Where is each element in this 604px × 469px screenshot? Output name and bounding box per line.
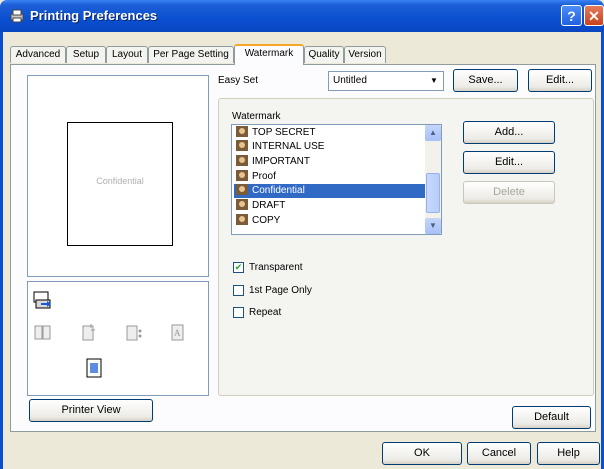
watermark-page-icon <box>86 358 102 378</box>
easy-set-label: Easy Set <box>218 75 259 86</box>
watermark-item-icon <box>236 184 248 195</box>
watermark-list[interactable]: TOP SECRET INTERNAL USE IMPORTANT Proof … <box>231 124 442 235</box>
scroll-down-icon[interactable]: ▼ <box>425 218 441 234</box>
tab-setup[interactable]: Setup <box>66 46 106 63</box>
svg-text:A: A <box>174 328 181 338</box>
repeat-label: Repeat <box>249 307 282 318</box>
ok-button[interactable]: OK <box>382 442 462 465</box>
watermark-item-icon <box>236 214 248 225</box>
help-button[interactable]: Help <box>537 442 600 465</box>
list-item-label: Confidential <box>252 185 305 196</box>
add-button[interactable]: Add... <box>463 121 555 144</box>
scroll-thumb[interactable] <box>426 173 440 213</box>
tab-quality[interactable]: Quality <box>304 46 344 63</box>
list-item-label: COPY <box>252 215 281 226</box>
title-bar: Printing Preferences ? ✕ <box>0 0 604 32</box>
chevron-down-icon[interactable]: ▼ <box>426 73 442 89</box>
printer-view-button[interactable]: Printer View <box>29 399 153 422</box>
watermark-label: Watermark <box>232 111 281 122</box>
tab-version[interactable]: Version <box>344 46 386 63</box>
default-button[interactable]: Default <box>512 406 591 429</box>
list-item-label: Proof <box>252 171 276 182</box>
watermark-item-icon <box>236 170 248 181</box>
first-page-only-checkbox[interactable] <box>233 285 244 296</box>
watermark-item-icon <box>236 199 248 210</box>
tab-layout[interactable]: Layout <box>106 46 148 63</box>
list-item[interactable]: TOP SECRET <box>234 126 426 140</box>
cancel-button[interactable]: Cancel <box>467 442 531 465</box>
booklet-icon <box>34 325 51 340</box>
printer-icon <box>10 9 24 23</box>
layout-icon-panel: A <box>27 281 209 396</box>
tab-per-page-setting[interactable]: Per Page Setting <box>148 46 234 63</box>
window-title: Printing Preferences <box>30 8 158 23</box>
printer-view-label: Printer View <box>61 404 121 416</box>
output-tray-icon <box>33 291 51 309</box>
list-item-label: DRAFT <box>252 200 286 211</box>
list-item[interactable]: COPY <box>234 214 426 228</box>
repeat-checkbox[interactable] <box>233 307 244 318</box>
list-item[interactable]: IMPORTANT <box>234 155 426 169</box>
list-item[interactable]: Proof <box>234 170 426 184</box>
watermark-item-icon <box>236 140 248 151</box>
watermark-item-icon <box>236 126 248 137</box>
list-item-label: TOP SECRET <box>252 127 316 138</box>
delete-button[interactable]: Delete <box>463 181 555 204</box>
easy-set-value: Untitled <box>333 75 367 86</box>
save-button[interactable]: Save... <box>453 69 518 92</box>
punch-icon <box>126 325 142 341</box>
list-item[interactable]: INTERNAL USE <box>234 140 426 154</box>
edit-watermark-button[interactable]: Edit... <box>463 151 555 174</box>
watermark-item-icon <box>236 155 248 166</box>
list-item[interactable]: DRAFT <box>234 199 426 213</box>
transparent-checkbox[interactable]: ✔ <box>233 262 244 273</box>
text-overlay-icon: A <box>171 324 184 341</box>
list-item-selected[interactable]: Confidential <box>234 184 426 198</box>
list-item-label: INTERNAL USE <box>252 141 325 152</box>
easy-set-edit-button[interactable]: Edit... <box>528 69 592 92</box>
transparent-label: Transparent <box>249 262 303 273</box>
easy-set-dropdown[interactable]: Untitled ▼ <box>328 71 444 91</box>
help-title-button[interactable]: ? <box>561 5 582 26</box>
staple-icon <box>82 324 95 341</box>
preview-page: Confidential <box>67 122 173 246</box>
scroll-up-icon[interactable]: ▲ <box>425 125 441 141</box>
close-button[interactable]: ✕ <box>584 5 604 26</box>
tab-advanced[interactable]: Advanced <box>10 46 66 63</box>
list-item-label: IMPORTANT <box>252 156 310 167</box>
first-page-only-label: 1st Page Only <box>249 285 312 296</box>
preview-watermark-text: Confidential <box>96 176 144 186</box>
list-scrollbar[interactable]: ▲ ▼ <box>425 125 441 234</box>
tab-watermark[interactable]: Watermark <box>234 44 304 65</box>
